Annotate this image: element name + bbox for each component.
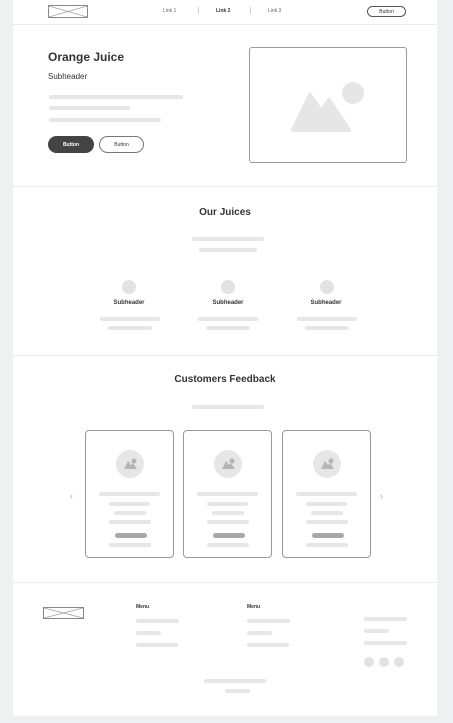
carousel-prev-arrow-icon[interactable]: ‹: [70, 491, 73, 501]
juice-subheader: Subheader: [212, 300, 244, 306]
footer-menu-link[interactable]: [136, 619, 179, 623]
nav-separator: [250, 7, 251, 14]
card-text-line: [212, 511, 244, 515]
juice-icon: [221, 280, 235, 294]
juice-text-line: [108, 326, 152, 330]
footer-contact-line: [364, 641, 407, 645]
juice-text-line: [297, 317, 357, 321]
card-text-line: [306, 520, 348, 524]
card-text-line: [109, 520, 151, 524]
social-icon[interactable]: [394, 657, 404, 667]
footer-menu-link[interactable]: [247, 643, 289, 647]
feedback-title: Customers Feedback: [174, 374, 276, 385]
juices-text-line: [192, 237, 264, 241]
nav-link-2[interactable]: Link 2: [216, 8, 230, 14]
card-text-line: [109, 543, 151, 547]
footer-contact-line: [364, 629, 389, 633]
juice-text-line: [100, 317, 160, 321]
card-text-line: [114, 511, 146, 515]
nav-separator: [198, 7, 199, 14]
hero-title: Orange Juice: [48, 50, 125, 64]
image-placeholder-icon: [291, 82, 364, 132]
card-name-pill: [115, 533, 147, 538]
card-text-line: [197, 492, 258, 496]
hero-text-line: [49, 118, 161, 122]
juice-text-line: [198, 317, 258, 321]
image-placeholder-icon: [222, 458, 235, 469]
card-text-line: [296, 492, 357, 496]
card-text-line: [207, 543, 249, 547]
hero-primary-button[interactable]: Button: [48, 136, 94, 153]
feedback-card[interactable]: [282, 430, 371, 558]
juice-text-line: [206, 326, 250, 330]
footer-menu-title: Menu: [136, 604, 150, 610]
page: Link 1 Link 2 Link 3 Button Orange Juice…: [13, 0, 437, 716]
logo-placeholder-icon: [44, 608, 83, 618]
juice-subheader: Subheader: [310, 300, 342, 306]
feedback-card[interactable]: [183, 430, 272, 558]
carousel-next-arrow-icon[interactable]: ›: [380, 491, 383, 501]
card-text-line: [306, 543, 348, 547]
hero-text-line: [49, 106, 130, 110]
hero-image: [249, 47, 407, 163]
nav-link-1[interactable]: Link 1: [163, 8, 176, 14]
logo[interactable]: [48, 5, 88, 18]
juice-text-line: [305, 326, 349, 330]
footer-copyright-line: [204, 679, 266, 683]
footer-logo[interactable]: [43, 607, 84, 619]
card-name-pill: [213, 533, 245, 538]
card-text-line: [207, 502, 248, 506]
footer-contact-line: [364, 617, 407, 621]
section-divider: [13, 186, 437, 187]
nav-divider: [13, 24, 437, 25]
section-divider: [13, 355, 437, 356]
card-name-pill: [312, 533, 344, 538]
customer-avatar: [214, 450, 242, 478]
section-divider: [13, 582, 437, 583]
footer-menu-link[interactable]: [247, 631, 272, 635]
social-icon[interactable]: [364, 657, 374, 667]
customer-avatar: [313, 450, 341, 478]
juices-title: Our Juices: [199, 207, 251, 218]
customer-avatar: [116, 450, 144, 478]
card-text-line: [311, 511, 343, 515]
feedback-card[interactable]: [85, 430, 174, 558]
footer-menu-title: Menu: [247, 604, 261, 610]
card-text-line: [306, 502, 347, 506]
card-text-line: [109, 502, 150, 506]
social-icon[interactable]: [379, 657, 389, 667]
card-text-line: [99, 492, 160, 496]
hero-subheader: Subheader: [48, 72, 88, 81]
image-placeholder-icon: [321, 458, 334, 469]
hero-text-line: [49, 95, 183, 99]
nav-link-3[interactable]: Link 3: [268, 8, 281, 14]
footer-menu-link[interactable]: [136, 631, 161, 635]
image-placeholder-icon: [124, 458, 137, 469]
juice-icon: [122, 280, 136, 294]
footer-menu-link[interactable]: [247, 619, 290, 623]
nav-button[interactable]: Button: [367, 6, 406, 17]
juice-subheader: Subheader: [113, 300, 145, 306]
juices-text-line: [199, 248, 257, 252]
juice-icon: [320, 280, 334, 294]
card-text-line: [207, 520, 249, 524]
logo-placeholder-icon: [49, 6, 87, 17]
hero-secondary-button[interactable]: Button: [99, 136, 144, 153]
feedback-text-line: [192, 405, 264, 409]
footer-copyright-line: [225, 689, 250, 693]
footer-menu-link[interactable]: [136, 643, 178, 647]
